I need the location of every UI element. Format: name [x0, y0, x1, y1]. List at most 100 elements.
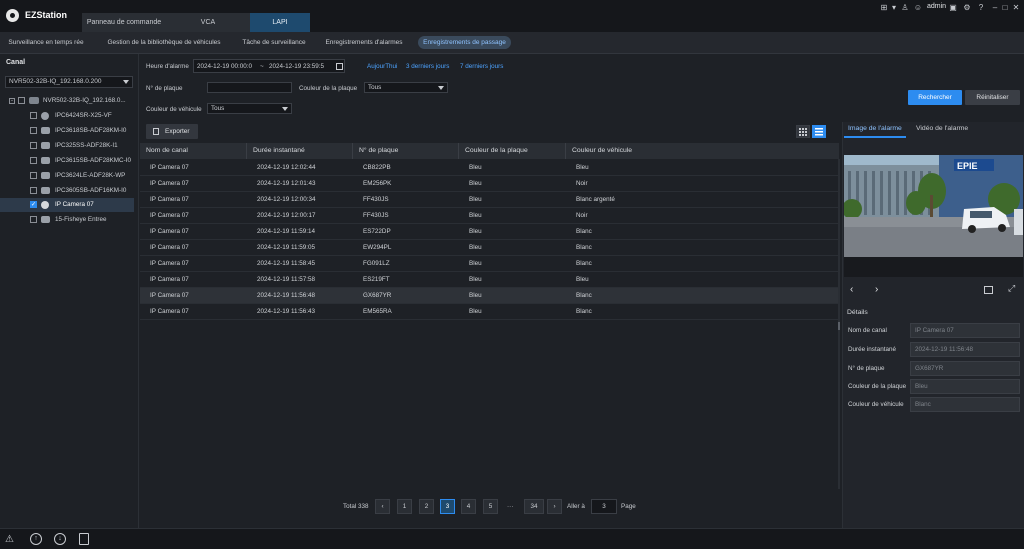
subtab-enregistrements-alarmes[interactable]: Enregistrements d'alarmes	[322, 36, 406, 49]
tree-root-nvr[interactable]: - NVR502-32B-IQ_192.168.0...	[0, 94, 134, 108]
tree-camera-item-selected[interactable]: IP Camera 07	[0, 198, 134, 212]
camera-label: IPC3615SB-ADF28KMC-I0	[55, 157, 131, 164]
tab-lapi[interactable]: LAPI	[250, 13, 310, 32]
prev-page-button[interactable]: ‹	[375, 499, 390, 514]
table-row[interactable]: IP Camera 07 2024-12-19 11:56:48 GX687YR Bl…	[140, 288, 839, 304]
column-header-channel[interactable]: Nom de canal	[140, 143, 247, 159]
grid-view-button[interactable]	[796, 125, 810, 138]
help-icon[interactable]: ?	[976, 3, 986, 12]
tree-root-checkbox[interactable]	[18, 97, 25, 104]
cell-vehicle-color: Blanc	[576, 228, 592, 235]
user-icon[interactable]: ☺	[913, 3, 923, 12]
camera-checkbox[interactable]	[30, 112, 37, 119]
today-link[interactable]: AujourThui	[367, 63, 397, 70]
subtab-surveillance-temps-reel[interactable]: Surveillance en temps rée	[4, 36, 88, 49]
clipboard-icon[interactable]	[79, 533, 89, 545]
settings-gear-icon[interactable]: ⚙	[962, 3, 972, 12]
fullscreen-icon[interactable]: ⤢	[1008, 283, 1015, 294]
column-header-vehicle-color[interactable]: Couleur de véhicule	[566, 143, 839, 159]
tab-alarm-image[interactable]: Image de l'alarme	[848, 125, 902, 132]
cell-snapshot-time: 2024-12-19 11:56:48	[257, 292, 316, 299]
tree-camera-item[interactable]: IPC3618SB-ADF28KM-I0	[0, 124, 134, 138]
last-3-days-link[interactable]: 3 derniers jours	[406, 63, 449, 70]
cell-vehicle-color: Noir	[576, 212, 588, 219]
upload-icon[interactable]: ↑	[30, 533, 42, 545]
subtab-gestion-bibliotheque-vehicules[interactable]: Gestion de la bibliothèque de véhicules	[102, 36, 226, 49]
column-header-plate-color[interactable]: Couleur de la plaque	[459, 143, 566, 159]
grid-view-icon	[799, 128, 807, 136]
page-button-2[interactable]: 2	[419, 499, 434, 514]
cell-vehicle-color: Noir	[576, 180, 588, 187]
maximize-icon[interactable]: □	[1000, 3, 1010, 12]
collapse-icon[interactable]: -	[9, 98, 15, 104]
next-page-button[interactable]: ›	[547, 499, 562, 514]
close-icon[interactable]: ✕	[1011, 3, 1021, 12]
tree-camera-item[interactable]: IPC6424SR-X25-VF	[0, 109, 134, 123]
goto-page-input[interactable]: 3	[591, 499, 617, 514]
table-row[interactable]: IP Camera 07 2024-12-19 12:00:34 FF430JS Bl…	[140, 192, 839, 208]
panel-splitter-handle[interactable]	[838, 322, 840, 330]
lock-icon[interactable]: ▣	[948, 3, 958, 12]
page-button-3-current[interactable]: 3	[440, 499, 455, 514]
page-button-1[interactable]: 1	[397, 499, 412, 514]
subtab-enregistrements-passage[interactable]: Enregistrements de passage	[418, 36, 511, 49]
cell-plate-number: EM256PK	[363, 180, 392, 187]
table-row[interactable]: IP Camera 07 2024-12-19 11:59:14 ES722DP Bl…	[140, 224, 839, 240]
subtab-tache-surveillance[interactable]: Tâche de surveillance	[238, 36, 310, 49]
alarm-time-range[interactable]: 2024-12-19 00:00:0 ~ 2024-12-19 23:59:5	[193, 59, 345, 73]
search-button[interactable]: Rechercher	[908, 90, 962, 105]
plate-color-select[interactable]: Tous	[364, 82, 448, 93]
camera-checkbox[interactable]	[30, 172, 37, 179]
calendar-playback-icon[interactable]	[984, 286, 993, 294]
calendar-icon[interactable]	[336, 63, 343, 70]
camera-checkbox[interactable]	[30, 127, 37, 134]
table-row[interactable]: IP Camera 07 2024-12-19 12:02:44 CB822PB Bl…	[140, 160, 839, 176]
export-button[interactable]: Exporter	[146, 124, 198, 139]
next-image-arrow-icon[interactable]: ›	[875, 284, 878, 295]
minimize-icon[interactable]: –	[990, 3, 1000, 12]
nvr-select[interactable]: NVR502-32B-IQ_192.168.0.200	[5, 76, 133, 88]
last-7-days-link[interactable]: 7 derniers jours	[460, 63, 503, 70]
camera-checkbox-checked[interactable]	[30, 198, 37, 212]
dropdown-caret-icon[interactable]: ▾	[889, 3, 899, 12]
camera-checkbox[interactable]	[30, 142, 37, 149]
page-button-last[interactable]: 34	[524, 499, 544, 514]
table-row[interactable]: IP Camera 07 2024-12-19 12:00:17 FF430JS Bl…	[140, 208, 839, 224]
tab-vca[interactable]: VCA	[166, 13, 250, 32]
previous-image-arrow-icon[interactable]: ‹	[850, 284, 853, 295]
tree-camera-item[interactable]: IPC3615SB-ADF28KMC-I0	[0, 154, 134, 168]
pagination-ellipsis[interactable]: ···	[507, 503, 513, 510]
warning-icon[interactable]: ⚠	[5, 534, 14, 545]
column-header-plate-number[interactable]: N° de plaque	[353, 143, 459, 159]
table-row[interactable]: IP Camera 07 2024-12-19 11:56:43 EM565RA Bl…	[140, 304, 839, 320]
tree-camera-item[interactable]: IPC3605SB-ADF16KM-I0	[0, 184, 134, 198]
shirt-icon[interactable]: ♙	[900, 3, 910, 12]
plate-number-input[interactable]	[207, 82, 292, 93]
camera-checkbox[interactable]	[30, 157, 37, 164]
camera-checkbox[interactable]	[30, 187, 37, 194]
start-time-value[interactable]: 2024-12-19 00:00:0	[197, 63, 252, 70]
alarm-snapshot-image[interactable]: EPIE	[844, 155, 1023, 257]
camera-checkbox[interactable]	[30, 216, 37, 223]
tree-camera-item[interactable]: 15-Fisheye Entree	[0, 213, 134, 227]
page-button-4[interactable]: 4	[461, 499, 476, 514]
table-row[interactable]: IP Camera 07 2024-12-19 11:58:45 FG091LZ Bl…	[140, 256, 839, 272]
tree-camera-item[interactable]: IPC325SS-ADF28K-I1	[0, 139, 134, 153]
tree-camera-item[interactable]: IPC3624LE-ADF28K-WP	[0, 169, 134, 183]
table-row[interactable]: IP Camera 07 2024-12-19 11:59:05 EW294PL Bl…	[140, 240, 839, 256]
username-label[interactable]: admin	[927, 3, 946, 10]
dome-camera-icon	[41, 112, 49, 120]
table-row[interactable]: IP Camera 07 2024-12-19 12:01:43 EM256PK Bl…	[140, 176, 839, 192]
tab-panneau-de-commande[interactable]: Panneau de commande	[82, 13, 166, 32]
column-header-snapshot-time[interactable]: Durée instantané	[247, 143, 353, 159]
reset-button[interactable]: Réinitaliser	[965, 90, 1020, 105]
end-time-value[interactable]: 2024-12-19 23:59:5	[269, 63, 324, 70]
page-button-5[interactable]: 5	[483, 499, 498, 514]
table-row[interactable]: IP Camera 07 2024-12-19 11:57:58 ES219FT Bl…	[140, 272, 839, 288]
download-icon[interactable]: ↓	[54, 533, 66, 545]
cell-channel: IP Camera 07	[150, 244, 189, 251]
vehicle-color-select[interactable]: Tous	[207, 103, 292, 114]
tab-alarm-video[interactable]: Vidéo de l'alarme	[916, 125, 968, 132]
list-view-button[interactable]	[812, 125, 826, 138]
layout-grid-icon[interactable]: ⊞	[879, 3, 889, 12]
